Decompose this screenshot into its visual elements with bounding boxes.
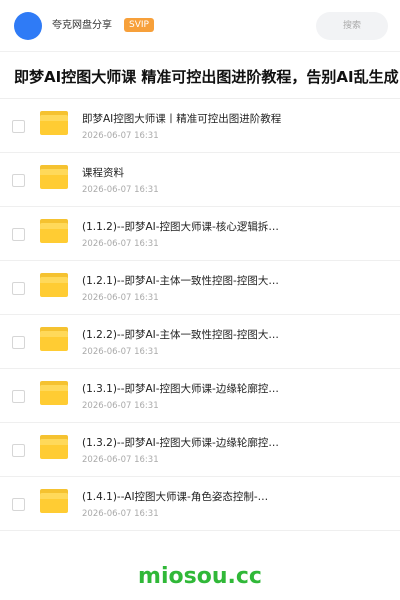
row-checkbox[interactable] <box>12 120 25 133</box>
file-name[interactable]: (1.3.1)--即梦AI-控图大师课-边缘轮廓控… <box>82 382 382 396</box>
file-date: 2026-06-07 16:31 <box>82 239 159 249</box>
file-date: 2026-06-07 16:31 <box>82 293 159 303</box>
username[interactable]: 夸克网盘分享 <box>52 19 112 33</box>
list-item[interactable]: 即梦AI控图大师课丨精准可控出图进阶教程 2026-06-07 16:31 <box>0 99 400 153</box>
list-item[interactable]: (1.3.2)--即梦AI-控图大师课-边缘轮廓控… 2026-06-07 16… <box>0 423 400 477</box>
file-name[interactable]: 即梦AI控图大师课丨精准可控出图进阶教程 <box>82 112 382 126</box>
row-checkbox[interactable] <box>12 228 25 241</box>
row-checkbox[interactable] <box>12 498 25 511</box>
header: 夸克网盘分享 SVIP <box>0 0 400 52</box>
file-date: 2026-06-07 16:31 <box>82 185 159 195</box>
file-name[interactable]: 课程资料 <box>82 166 382 180</box>
folder-icon <box>40 327 68 351</box>
watermark: miosou.cc <box>138 564 262 589</box>
list-item[interactable]: (1.2.1)--即梦AI-主体一致性控图-控图大… 2026-06-07 16… <box>0 261 400 315</box>
search-input[interactable] <box>316 12 388 40</box>
file-name[interactable]: (1.4.1)--AI控图大师课-角色姿态控制-… <box>82 490 382 504</box>
list-item[interactable]: (1.1.2)--即梦AI-控图大师课-核心逻辑拆… 2026-06-07 16… <box>0 207 400 261</box>
page-title: 即梦AI控图大师课 精准可控出图进阶教程，告别AI乱生成， <box>14 68 400 86</box>
file-date: 2026-06-07 16:31 <box>82 455 159 465</box>
file-date: 2026-06-07 16:31 <box>82 347 159 357</box>
row-checkbox[interactable] <box>12 174 25 187</box>
folder-icon <box>40 111 68 135</box>
file-name[interactable]: (1.2.1)--即梦AI-主体一致性控图-控图大… <box>82 274 382 288</box>
file-name[interactable]: (1.3.2)--即梦AI-控图大师课-边缘轮廓控… <box>82 436 382 450</box>
folder-icon <box>40 273 68 297</box>
row-checkbox[interactable] <box>12 444 25 457</box>
row-checkbox[interactable] <box>12 336 25 349</box>
list-item[interactable]: (1.3.1)--即梦AI-控图大师课-边缘轮廓控… 2026-06-07 16… <box>0 369 400 423</box>
folder-icon <box>40 489 68 513</box>
file-list: 即梦AI控图大师课丨精准可控出图进阶教程 2026-06-07 16:31 课程… <box>0 99 400 531</box>
list-item[interactable]: (1.2.2)--即梦AI-主体一致性控图-控图大… 2026-06-07 16… <box>0 315 400 369</box>
file-name[interactable]: (1.2.2)--即梦AI-主体一致性控图-控图大… <box>82 328 382 342</box>
row-checkbox[interactable] <box>12 390 25 403</box>
file-name[interactable]: (1.1.2)--即梦AI-控图大师课-核心逻辑拆… <box>82 220 382 234</box>
file-date: 2026-06-07 16:31 <box>82 131 159 141</box>
list-item[interactable]: (1.4.1)--AI控图大师课-角色姿态控制-… 2026-06-07 16:… <box>0 477 400 531</box>
avatar[interactable] <box>14 12 42 40</box>
folder-icon <box>40 381 68 405</box>
folder-icon <box>40 219 68 243</box>
svip-badge: SVIP <box>124 18 154 32</box>
folder-icon <box>40 165 68 189</box>
folder-icon <box>40 435 68 459</box>
list-item[interactable]: 课程资料 2026-06-07 16:31 <box>0 153 400 207</box>
row-checkbox[interactable] <box>12 282 25 295</box>
file-date: 2026-06-07 16:31 <box>82 509 159 519</box>
file-date: 2026-06-07 16:31 <box>82 401 159 411</box>
